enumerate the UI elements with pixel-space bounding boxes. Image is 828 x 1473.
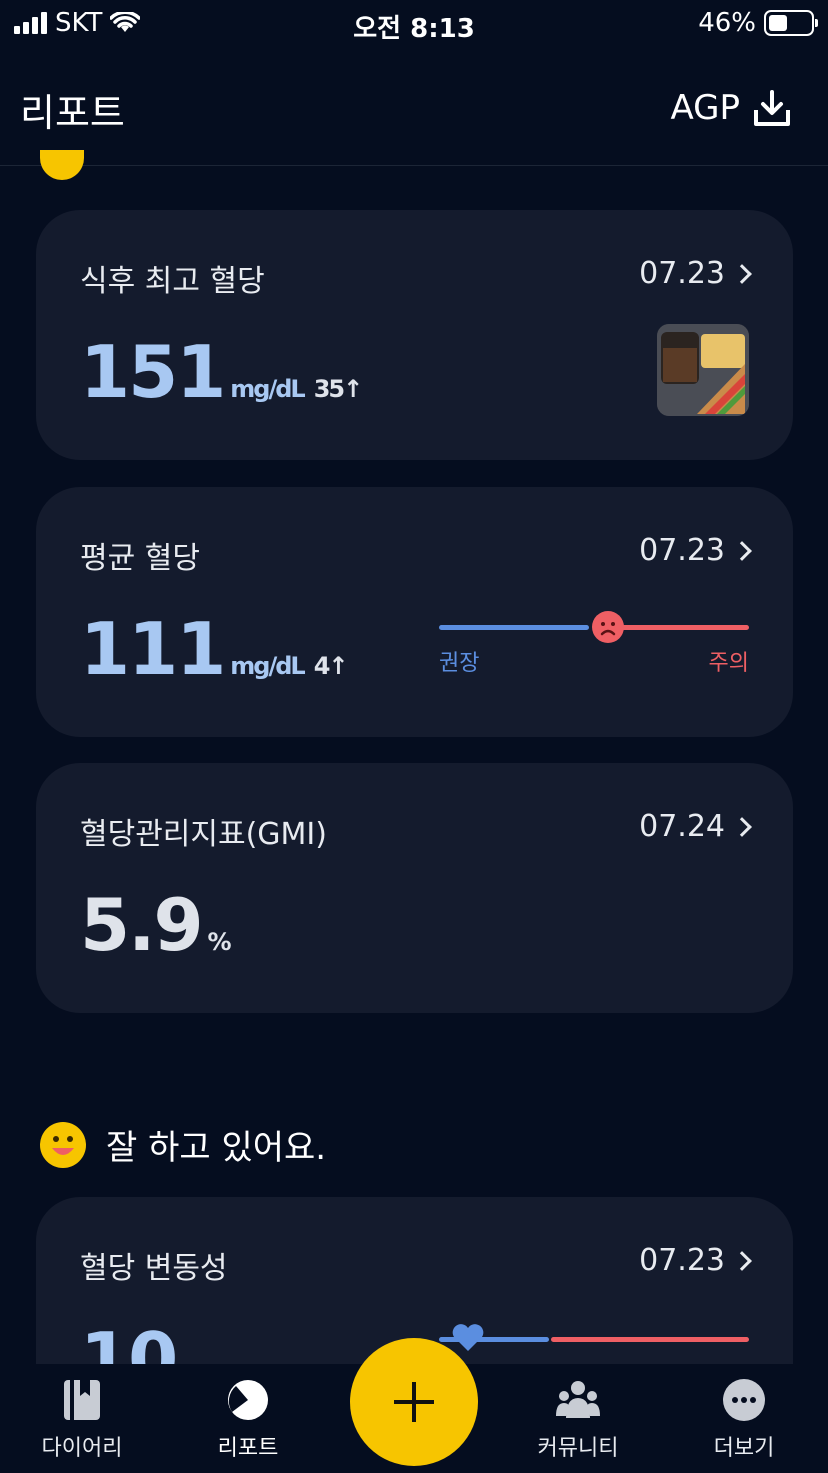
range-label-recommended: 권장 [439,651,480,676]
community-people-icon [556,1378,600,1422]
card-date: 07.23 [639,533,725,568]
tab-label: 리포트 [217,1436,279,1461]
card-title: 혈당 변동성 [80,1251,228,1286]
gmi-value: 5.9% [80,883,232,967]
chevron-right-icon [732,1250,752,1271]
gmi-card[interactable]: 혈당관리지표(GMI) 07.24 5.9% [36,763,793,1013]
range-recommended-segment [439,625,589,630]
value-delta: 35↑ [313,375,363,403]
more-dots-icon [722,1378,766,1422]
tab-label: 다이어리 [41,1436,123,1461]
agp-label: AGP [670,88,740,128]
agp-download-button[interactable]: AGP [670,88,792,128]
status-right: 46% [698,8,818,38]
glucose-value: 111 mg/dL 4↑ [80,607,349,691]
value-delta: 4↑ [313,652,349,680]
tab-community[interactable]: 커뮤니티 [518,1378,638,1462]
card-date: 07.23 [639,256,725,291]
sad-face-icon [592,611,624,643]
tab-report[interactable]: 리포트 [188,1378,308,1462]
card-date-link[interactable]: 07.23 [639,1243,752,1278]
range-caution-segment [551,1337,749,1342]
tab-label: 커뮤니티 [537,1436,619,1461]
value-unit: mg/dL [230,375,305,403]
tab-diary[interactable]: 다이어리 [22,1378,142,1462]
card-date-link[interactable]: 07.23 [639,533,752,568]
page-title: 리포트 [20,91,125,135]
card-date-link[interactable]: 07.23 [639,256,752,291]
card-date: 07.24 [639,809,725,844]
value-number: 151 [80,330,226,414]
section-heading-text: 잘 하고 있어요. [106,1128,327,1168]
card-title: 평균 혈당 [80,541,200,576]
heart-icon [452,1324,484,1351]
average-glucose-card[interactable]: 평균 혈당 07.23 111 mg/dL 4↑ 권장 주의 [36,487,793,737]
add-button[interactable] [350,1338,478,1466]
emoji-icon [40,150,84,180]
meal-photo-image [657,324,749,416]
chevron-right-icon [732,263,752,284]
chevron-right-icon [732,816,752,837]
tab-more[interactable]: 더보기 [684,1378,804,1462]
download-icon [754,90,790,126]
range-caution-segment [611,625,749,630]
range-label-caution: 주의 [708,651,749,676]
chevron-right-icon [732,540,752,561]
value-unit: mg/dL [230,652,305,680]
glucose-value: 151 mg/dL 35↑ [80,330,363,414]
value-number: 5.9 [80,883,204,967]
battery-icon [764,10,818,36]
status-bar: SKT 오전 8:13 46% [0,0,828,48]
smile-emoji-icon [40,1121,86,1168]
card-date-link[interactable]: 07.24 [639,809,752,844]
variability-value: 10 [80,1317,178,1364]
value-number: 10 [80,1317,178,1364]
tab-label: 더보기 [713,1436,775,1461]
range-indicator: 권장 주의 [439,611,749,676]
card-title: 혈당관리지표(GMI) [80,817,327,852]
diary-icon [60,1378,104,1422]
report-chart-icon [226,1378,270,1422]
meal-photo[interactable] [657,324,749,416]
value-number: 111 [80,607,226,691]
card-title: 식후 최고 혈당 [80,264,265,299]
section-heading: 잘 하고 있어요. [40,1120,326,1169]
post-meal-peak-card[interactable]: 식후 최고 혈당 07.23 151 mg/dL 35↑ [36,210,793,460]
app-header: 리포트 AGP [0,60,828,166]
battery-percent: 46% [698,8,756,38]
variability-range-indicator [439,1324,749,1364]
card-date: 07.23 [639,1243,725,1278]
value-unit: % [207,928,232,956]
